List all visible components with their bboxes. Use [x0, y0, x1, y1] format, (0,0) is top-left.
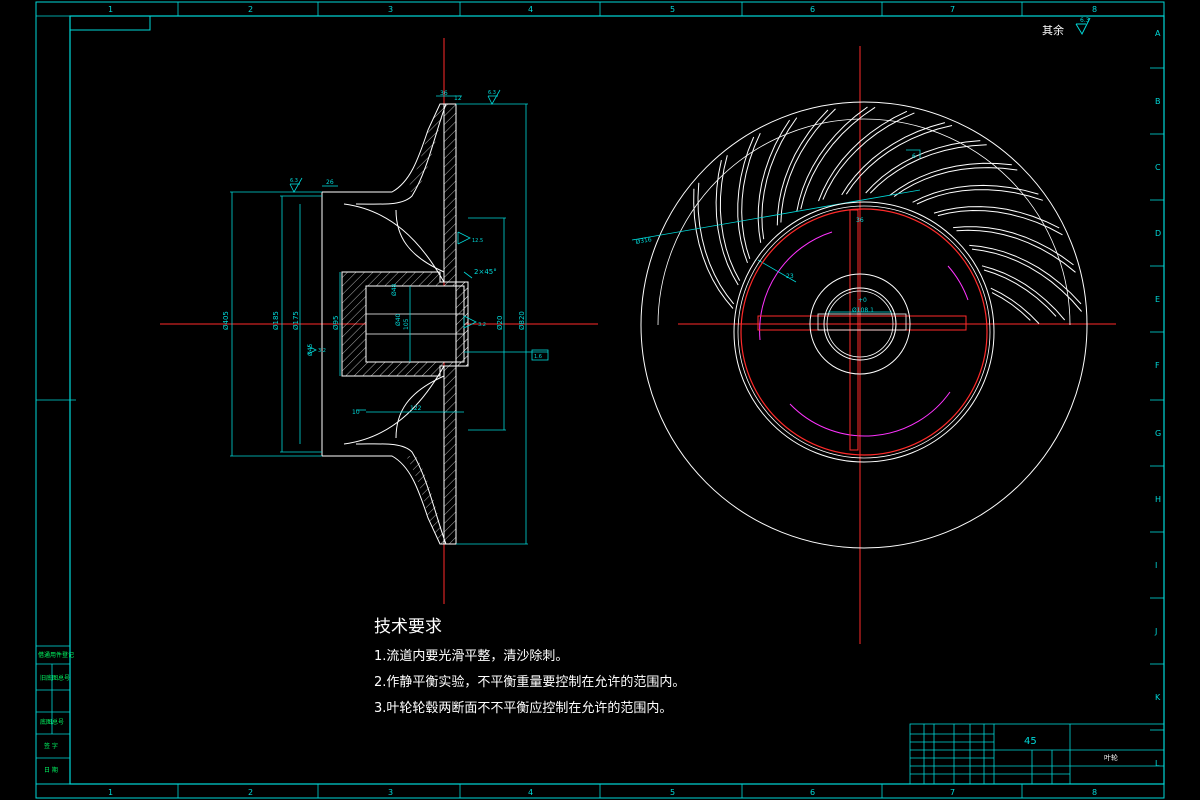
dim-text: Ø48 — [391, 283, 398, 296]
col-number: 8 — [1092, 5, 1097, 14]
roughness-note-value: 6.3 — [1080, 17, 1090, 24]
roughness-value: 6.3 — [290, 178, 298, 184]
col-number: 3 — [388, 5, 393, 14]
dim-text: Ø820 — [518, 311, 526, 330]
row-letter: F — [1155, 361, 1160, 370]
notes-line: 1.流道内要光滑平整，清沙除刺。 — [374, 648, 568, 664]
dim-text: Ø316 — [635, 236, 652, 246]
dim-text: 122 — [410, 405, 422, 412]
blade-curve — [933, 206, 1060, 229]
dim-text: +0 — [858, 297, 867, 304]
dim-text: 2×45° — [474, 268, 497, 276]
notes-title: 技术要求 — [374, 617, 442, 637]
col-number: 5 — [670, 788, 675, 797]
col-number: 7 — [950, 788, 955, 797]
blade-curve — [916, 189, 1043, 205]
col-number: 6 — [810, 5, 815, 14]
row-letter: K — [1155, 693, 1161, 702]
roughness-value: 12.5 — [472, 238, 483, 244]
col-number: 1 — [108, 788, 113, 797]
row-letter: D — [1155, 229, 1161, 238]
blade-curve — [818, 110, 908, 202]
dim-text: 36 — [440, 90, 448, 97]
col-number: 7 — [950, 5, 955, 14]
col-number: 5 — [670, 5, 675, 14]
blade-curve — [796, 106, 868, 212]
dim-text: Ø185 — [272, 311, 280, 330]
dim-text: 10 — [352, 409, 360, 416]
blade-curve — [800, 106, 876, 210]
part-name: 叶轮 — [1104, 753, 1118, 762]
blade-curve — [822, 112, 915, 200]
blade-curve — [865, 140, 981, 194]
notes-line: 3.叶轮轮毂两断面不不平衡应控制在允许的范围内。 — [374, 700, 672, 716]
blade-curve — [719, 155, 741, 281]
blade-curve — [780, 108, 836, 223]
dim-text: 23 — [786, 273, 794, 280]
row-letter: I — [1155, 561, 1157, 570]
dim-text: 6 — [912, 153, 916, 160]
strip-label: 旧底图总号 — [40, 674, 70, 682]
blade-curve — [845, 125, 953, 195]
col-number: 8 — [1092, 788, 1097, 797]
dim-text: Ø175 — [292, 311, 300, 330]
roughness-value: 1.6 — [534, 354, 542, 360]
dim-text: Ø20 — [496, 316, 504, 330]
dim-text: Ø95 — [332, 316, 340, 330]
dim-text: 12 — [454, 95, 462, 102]
strip-label: 借通用件登记 — [38, 651, 74, 659]
roughness-value: 6.3 — [488, 90, 496, 96]
row-letter: H — [1155, 495, 1161, 504]
row-letter: J — [1154, 627, 1157, 636]
notes-line: 2.作静平衡实验，不平衡重量要控制在允许的范围内。 — [374, 674, 685, 690]
blade-curve — [715, 160, 739, 286]
dim-text: 36 — [856, 217, 864, 224]
row-letter: E — [1155, 295, 1160, 304]
col-number: 3 — [388, 788, 393, 797]
blade-curve — [969, 244, 1082, 305]
dim-text: Ø108.1 — [852, 307, 874, 314]
col-number: 6 — [810, 788, 815, 797]
col-number: 4 — [528, 5, 533, 14]
technical-requirements: 技术要求 1.流道内要光滑平整，清沙除刺。 2.作静平衡实验，不平衡重量要控制在… — [374, 617, 685, 716]
blade-curve — [693, 188, 734, 309]
blade-curve — [841, 122, 946, 196]
impeller-blades — [693, 106, 1082, 324]
row-letter: L — [1155, 759, 1160, 768]
dim-text: Ø40 — [395, 313, 402, 326]
row-letter: C — [1155, 163, 1161, 172]
roughness-value: 3.2 — [478, 322, 486, 328]
front-view: Ø316 23 6 36 Ø108.1 +0 — [631, 46, 1116, 644]
dim-text: Ø405 — [222, 311, 230, 330]
col-number: 1 — [108, 5, 113, 14]
row-letter: B — [1155, 97, 1161, 106]
roughness-value: 3.2 — [318, 348, 326, 354]
blade-curve — [956, 229, 1076, 273]
col-number: 4 — [528, 788, 533, 797]
dim-text: 26 — [326, 179, 334, 186]
row-letter: G — [1155, 429, 1161, 438]
row-letter: A — [1155, 29, 1161, 38]
blade-curve — [741, 132, 761, 259]
strip-label: 底图总号 — [40, 718, 64, 726]
title-block: 45 叶轮 — [909, 723, 1165, 785]
strip-label: 日 期 — [44, 766, 58, 774]
dim-text: 105 — [403, 318, 410, 330]
blade-curve — [991, 292, 1031, 321]
left-binding-strip: 借通用件登记 旧底图总号 底图总号 签 字 日 期 — [35, 645, 74, 785]
roughness-note-label: 其余 — [1042, 23, 1064, 37]
roughness-note: 其余 6.3 — [1042, 17, 1091, 37]
strip-label: 签 字 — [44, 742, 58, 750]
section-view: Ø405 Ø185 Ø175 Ø95 Ø48 Ø40 105 Ø20 Ø820 … — [160, 38, 598, 604]
col-number: 2 — [248, 788, 253, 797]
cad-drawing: 1 2 3 4 5 6 7 8 1 2 3 4 5 6 7 8 A B C D … — [35, 1, 1165, 799]
blade-curve — [761, 117, 798, 240]
material: 45 — [1024, 736, 1037, 747]
col-number: 2 — [248, 5, 253, 14]
dim-text: Ø45 — [307, 343, 314, 356]
blade-curve — [757, 119, 791, 243]
